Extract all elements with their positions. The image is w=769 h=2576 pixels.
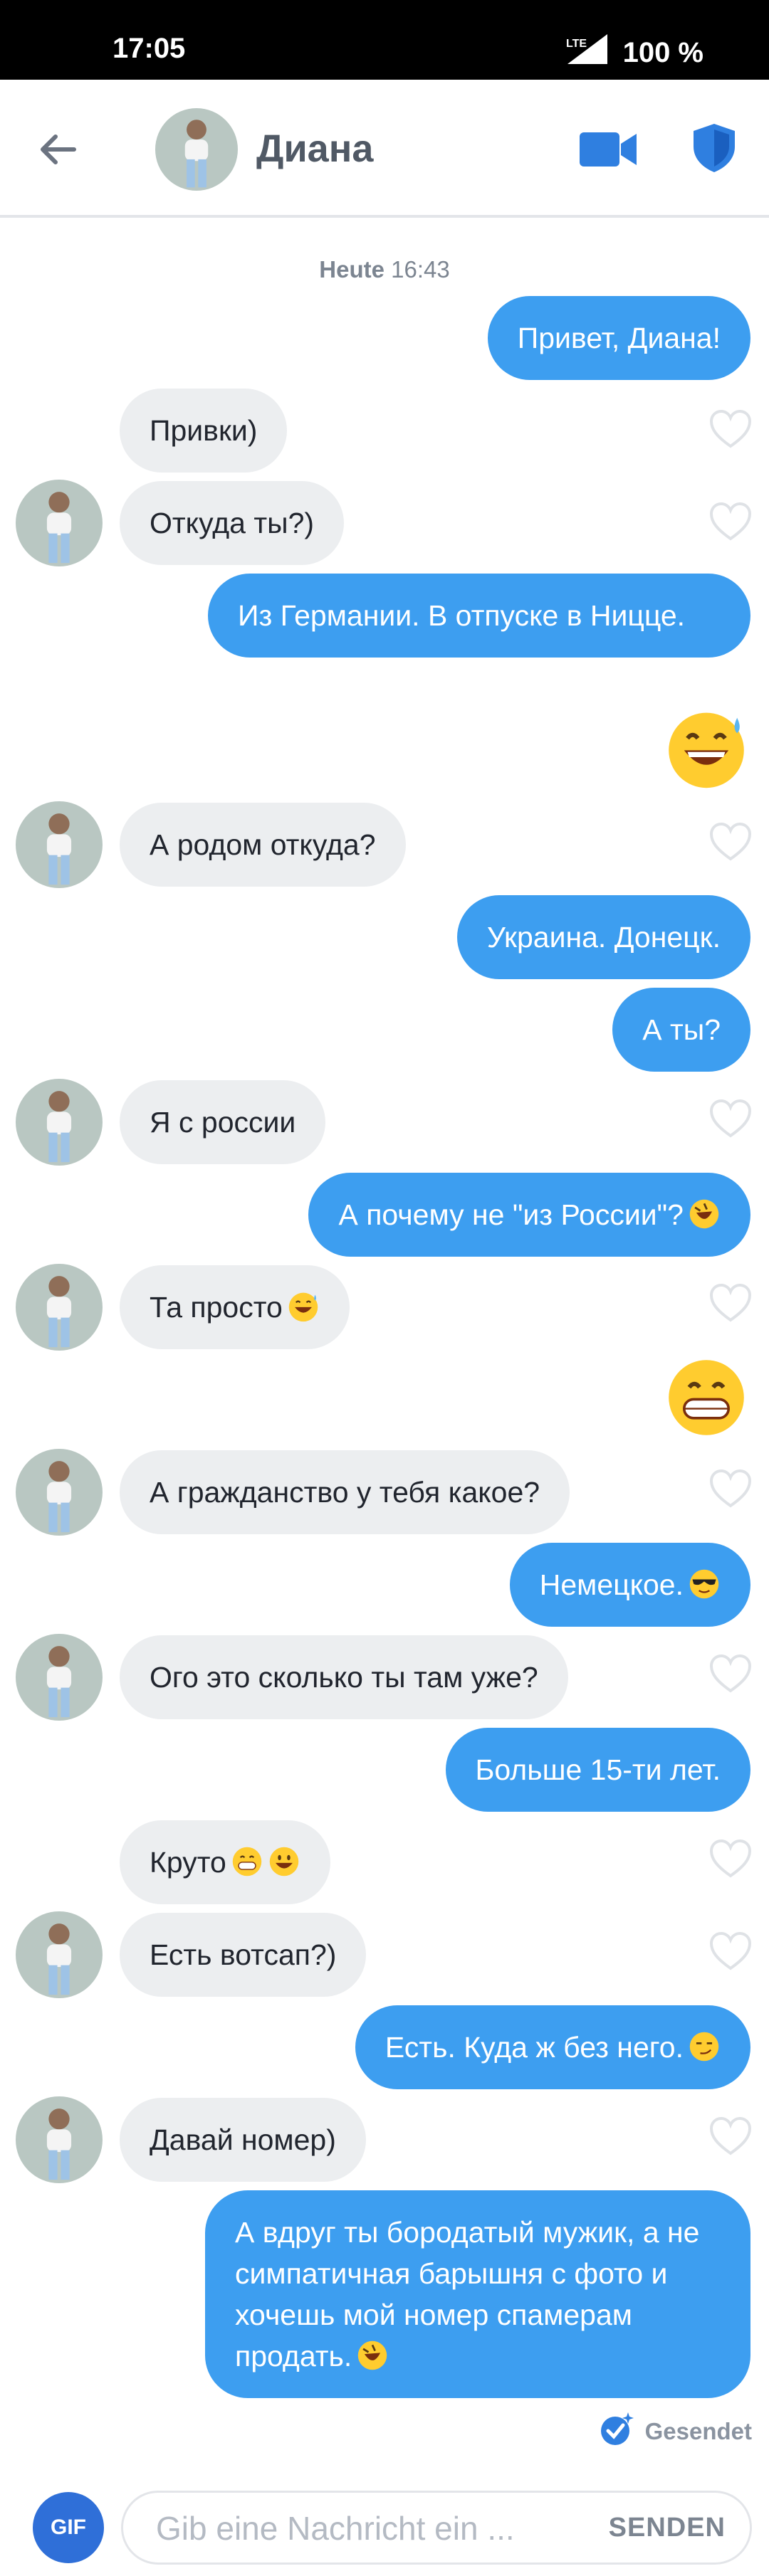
- contact-avatar[interactable]: [16, 1449, 103, 1536]
- message-incoming[interactable]: Давай номер): [120, 2098, 366, 2182]
- contact-avatar[interactable]: [155, 108, 238, 191]
- message-outgoing[interactable]: А ты?: [612, 988, 750, 1072]
- message-incoming[interactable]: Я с россии: [120, 1080, 326, 1164]
- message-incoming[interactable]: Есть вотсап?): [120, 1913, 367, 1997]
- rofl-emoji: [356, 2339, 389, 2372]
- grinning-sweat-emoji: [287, 1290, 320, 1323]
- arrow-left-icon: [41, 134, 76, 164]
- contact-avatar[interactable]: [16, 1911, 103, 1998]
- back-button[interactable]: [36, 127, 81, 172]
- like-button[interactable]: [709, 1099, 752, 1139]
- contact-avatar[interactable]: [16, 801, 103, 888]
- message-incoming[interactable]: Та просто: [120, 1265, 350, 1349]
- like-button[interactable]: [709, 1839, 752, 1879]
- sent-check-icon: [600, 2411, 635, 2452]
- heart-icon: [709, 1931, 752, 1970]
- heart-icon: [709, 2116, 752, 2155]
- contact-avatar[interactable]: [16, 480, 103, 566]
- gif-button[interactable]: GIF: [33, 2492, 104, 2563]
- message-incoming[interactable]: Круто: [120, 1820, 330, 1904]
- grinning-sweat-emoji[interactable]: [664, 706, 749, 791]
- sent-status: Gesendet: [600, 2411, 752, 2452]
- grinning-emoji: [268, 1845, 300, 1878]
- like-button[interactable]: [709, 1283, 752, 1323]
- status-time: 17:05: [113, 33, 186, 64]
- like-button[interactable]: [709, 409, 752, 449]
- grin-emoji[interactable]: [664, 1355, 749, 1440]
- contact-name[interactable]: Диана: [256, 127, 373, 171]
- heart-icon: [709, 409, 752, 448]
- heart-icon: [709, 502, 752, 541]
- sunglasses-emoji: [688, 1568, 721, 1600]
- contact-avatar[interactable]: [16, 2096, 103, 2183]
- battery-text: 100 %: [622, 36, 703, 68]
- message-input[interactable]: [156, 2508, 576, 2548]
- message-outgoing[interactable]: Есть. Куда ж без него.: [355, 2005, 750, 2089]
- video-camera-icon: [580, 132, 637, 167]
- message-input-box: SENDEN: [121, 2491, 752, 2565]
- like-button[interactable]: [709, 822, 752, 862]
- message-outgoing[interactable]: Из Германии. В отпуске в Ницце.: [208, 574, 750, 658]
- message-incoming[interactable]: А родом откуда?: [120, 803, 406, 887]
- message-incoming[interactable]: Откуда ты?): [120, 481, 345, 565]
- status-indicators: LTE 100 %: [565, 33, 703, 73]
- message-incoming[interactable]: А гражданство у тебя какое?: [120, 1450, 570, 1534]
- message-composer: GIF SENDEN: [0, 2464, 769, 2576]
- video-call-button[interactable]: [578, 128, 638, 171]
- like-button[interactable]: [709, 2116, 752, 2156]
- contact-avatar[interactable]: [16, 1634, 103, 1721]
- like-button[interactable]: [709, 1931, 752, 1971]
- like-button[interactable]: [709, 1469, 752, 1509]
- heart-icon: [709, 1839, 752, 1878]
- safety-button[interactable]: [692, 122, 736, 174]
- message-outgoing[interactable]: Привет, Диана!: [487, 296, 750, 380]
- contact-avatar[interactable]: [16, 1079, 103, 1166]
- message-outgoing[interactable]: Украина. Донецк.: [456, 895, 750, 979]
- shield-icon: [694, 124, 735, 172]
- message-outgoing[interactable]: Немецкое.: [509, 1543, 750, 1627]
- like-button[interactable]: [709, 502, 752, 542]
- message-incoming[interactable]: Ого это сколько ты там уже?: [120, 1635, 568, 1719]
- like-button[interactable]: [709, 1654, 752, 1694]
- svg-text:LTE: LTE: [566, 38, 587, 50]
- heart-icon: [709, 1469, 752, 1508]
- timestamp-time: 16:43: [391, 256, 450, 283]
- heart-icon: [709, 1654, 752, 1693]
- grin-emoji: [231, 1845, 263, 1878]
- message-outgoing[interactable]: А почему не "из России"?: [308, 1173, 750, 1257]
- heart-icon: [709, 1099, 752, 1138]
- sent-status-label: Gesendet: [644, 2418, 752, 2444]
- contact-avatar[interactable]: [16, 1264, 103, 1351]
- message-outgoing[interactable]: Больше 15-ти лет.: [445, 1728, 750, 1812]
- status-bar: 17:05 LTE 100 %: [0, 0, 769, 80]
- chat-header: Диана: [0, 80, 769, 218]
- heart-icon: [709, 822, 752, 861]
- chat-timestamp: Heute 16:43: [0, 256, 769, 283]
- message-outgoing[interactable]: А вдруг ты бородатый мужик, а не симпати…: [205, 2190, 750, 2398]
- timestamp-day: Heute: [319, 256, 384, 283]
- heart-icon: [709, 1283, 752, 1322]
- signal-icon: LTE: [565, 33, 610, 73]
- rofl-emoji: [688, 1198, 721, 1230]
- message-incoming[interactable]: Привки): [120, 389, 288, 473]
- send-button[interactable]: SENDEN: [609, 2513, 726, 2543]
- smirk-emoji: [688, 2030, 721, 2063]
